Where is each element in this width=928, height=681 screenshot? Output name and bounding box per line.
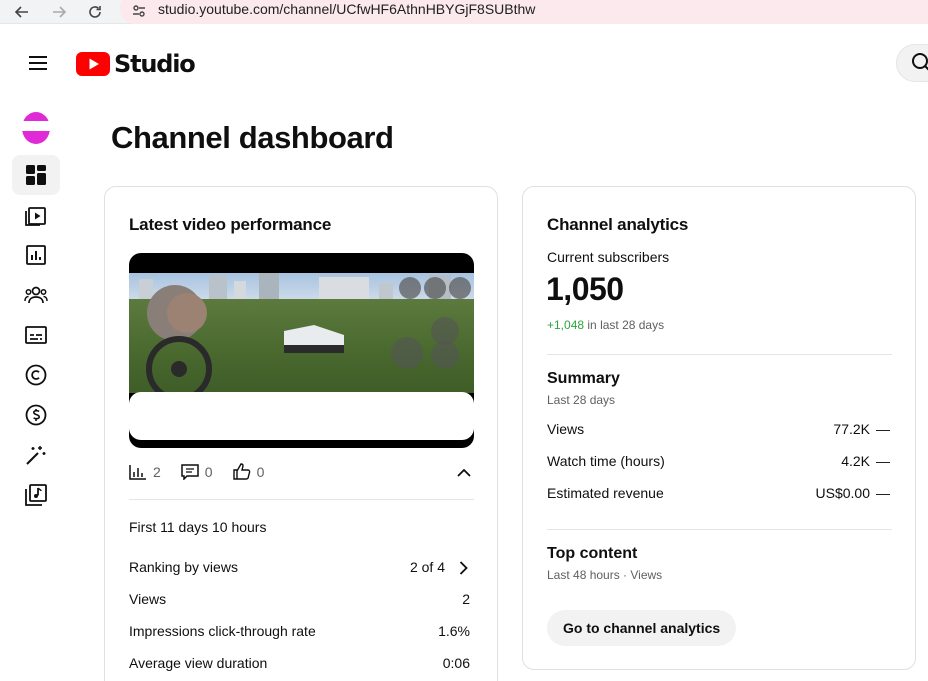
ctr-value: 1.6% xyxy=(438,623,470,639)
logo-text: Studio xyxy=(114,50,196,78)
summary-views-label: Views xyxy=(547,421,585,437)
collapse-button[interactable] xyxy=(457,465,471,483)
subscribers-change-value: +1,048 xyxy=(547,318,585,332)
views-count: 2 xyxy=(153,463,161,480)
comments-stat: 0 xyxy=(181,464,213,480)
summary-title: Summary xyxy=(547,370,620,387)
summary-watchtime-value: 4.2K xyxy=(841,453,870,469)
earn-icon xyxy=(25,404,47,426)
likes-stat: 0 xyxy=(232,463,265,480)
sidebar-item-copyright[interactable] xyxy=(12,355,60,395)
subtitles-icon xyxy=(25,326,47,344)
content-icon xyxy=(25,207,46,226)
bar-chart-icon xyxy=(129,464,146,480)
subscribers-count: 1,050 xyxy=(546,271,624,307)
sidebar-item-community[interactable] xyxy=(12,275,60,315)
search-button[interactable] xyxy=(896,44,928,82)
youtube-logo-icon xyxy=(76,52,110,76)
top-content-subtitle: Last 48 hours · Views xyxy=(547,568,663,582)
video-stats: 2 0 0 xyxy=(129,463,284,480)
ranking-label: Ranking by views xyxy=(129,559,238,575)
chevron-right-icon xyxy=(459,561,468,575)
channel-analytics-card: Channel analytics Current subscribers 1,… xyxy=(522,186,916,670)
audio-library-icon xyxy=(25,484,47,506)
thumbs-up-icon xyxy=(232,463,250,480)
summary-revenue-label: Estimated revenue xyxy=(547,485,664,501)
comments-count: 0 xyxy=(204,463,213,480)
likes-count: 0 xyxy=(256,463,265,480)
site-settings-icon[interactable] xyxy=(131,3,147,24)
ranking-next-button[interactable] xyxy=(459,561,468,580)
subscribers-change-suffix: in last 28 days xyxy=(587,318,665,332)
subscribers-change: +1,048 in last 28 days xyxy=(547,318,664,332)
card-title: Latest video performance xyxy=(129,215,332,234)
latest-video-card: Latest video performance 2 0 0 First 11 … xyxy=(104,186,498,681)
hamburger-icon xyxy=(29,56,47,70)
sidebar-item-dashboard[interactable] xyxy=(12,155,60,195)
summary-revenue-trend: — xyxy=(876,485,890,501)
reload-icon[interactable] xyxy=(85,2,105,22)
customization-icon xyxy=(26,446,46,465)
studio-logo[interactable]: Studio xyxy=(76,50,196,78)
studio-header: Studio xyxy=(0,30,928,94)
forward-arrow-icon[interactable] xyxy=(49,2,69,22)
summary-revenue-value: US$0.00 xyxy=(815,485,870,501)
chevron-up-icon xyxy=(457,468,471,477)
video-scene-image xyxy=(129,273,474,393)
page-title: Channel dashboard xyxy=(111,120,394,155)
back-arrow-icon[interactable] xyxy=(12,2,32,22)
summary-watchtime-label: Watch time (hours) xyxy=(547,453,665,469)
community-icon xyxy=(24,286,48,304)
sidebar-item-subtitles[interactable] xyxy=(12,315,60,355)
summary-watchtime-trend: — xyxy=(876,453,890,469)
avd-label: Average view duration xyxy=(129,655,268,671)
sidebar-item-content[interactable] xyxy=(12,195,60,235)
comment-icon xyxy=(181,463,199,480)
summary-views-trend: — xyxy=(876,421,890,437)
analytics-icon xyxy=(26,245,46,265)
summary-subtitle: Last 28 days xyxy=(547,393,616,407)
go-to-analytics-button[interactable]: Go to channel analytics xyxy=(547,610,737,646)
top-content-title: Top content xyxy=(547,545,638,562)
dashboard-icon xyxy=(26,165,46,185)
ctr-label: Impressions click-through rate xyxy=(129,623,316,639)
card-title: Channel analytics xyxy=(547,215,689,234)
subscribers-label: Current subscribers xyxy=(547,249,670,265)
search-icon xyxy=(912,53,928,71)
views-value: 2 xyxy=(462,591,470,607)
menu-button[interactable] xyxy=(20,50,56,76)
views-label: Views xyxy=(129,591,167,607)
views-stat: 2 xyxy=(129,464,161,480)
summary-views-value: 77.2K xyxy=(833,421,870,437)
sidebar-item-audio-library[interactable] xyxy=(12,475,60,515)
channel-avatar[interactable] xyxy=(22,112,50,144)
sidebar-item-customization[interactable] xyxy=(12,435,60,475)
copyright-icon xyxy=(25,364,47,386)
browser-toolbar: studio.youtube.com/channel/UCfwHF6AthnHB… xyxy=(0,0,928,24)
url-text: studio.youtube.com/channel/UCfwHF6AthnHB… xyxy=(158,1,536,17)
ranking-value: 2 of 4 xyxy=(409,559,445,575)
avd-value: 0:06 xyxy=(442,655,470,671)
period-label: First 11 days 10 hours xyxy=(129,519,267,535)
sidebar-item-analytics[interactable] xyxy=(12,235,60,275)
sidebar-item-earn[interactable] xyxy=(12,395,60,435)
video-thumbnail[interactable] xyxy=(129,253,474,448)
